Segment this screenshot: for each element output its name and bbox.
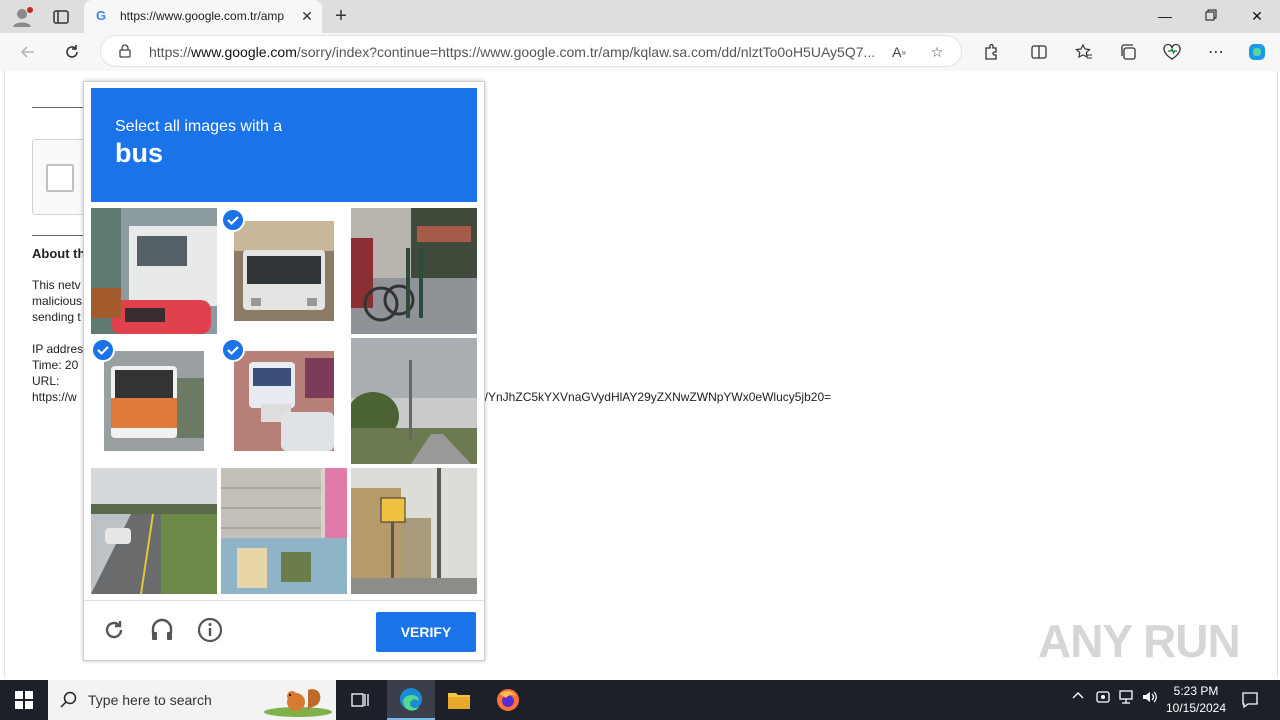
recaptcha-checkbox[interactable] — [46, 164, 74, 192]
taskbar-clock[interactable]: 5:23 PM 10/15/2024 — [1160, 683, 1232, 717]
info-line: sending t — [32, 310, 81, 324]
info-line: malicious — [32, 294, 83, 308]
divider — [32, 107, 84, 108]
tab-active[interactable]: G https://www.google.com.tr/amp ✕ — [84, 0, 322, 33]
clock-time: 5:23 PM — [1173, 684, 1219, 698]
address-bar[interactable]: https://www.google.com/sorry/index?conti… — [100, 35, 962, 67]
google-favicon-icon: G — [96, 8, 107, 23]
clock-date: 10/15/2024 — [1165, 701, 1227, 715]
captcha-tile-1[interactable] — [91, 208, 217, 334]
url-text[interactable]: https://www.google.com/sorry/index?conti… — [149, 44, 889, 60]
time-label: Time: 20 — [32, 358, 79, 372]
browser-essentials-icon[interactable] — [1158, 38, 1186, 66]
collections-icon[interactable] — [1114, 38, 1142, 66]
info-line: This netv — [32, 278, 81, 292]
close-tab-icon[interactable]: ✕ — [298, 6, 316, 26]
favorites-icon[interactable] — [1070, 38, 1098, 66]
search-icon — [60, 691, 77, 708]
tab-title: https://www.google.com.tr/amp — [120, 9, 285, 23]
split-screen-icon[interactable] — [1025, 38, 1053, 66]
url-value: https://w — [32, 390, 77, 404]
favorite-star-icon[interactable]: ☆ — [927, 42, 947, 62]
meet-now-icon[interactable] — [1096, 690, 1110, 707]
verify-button[interactable]: VERIFY — [376, 612, 476, 652]
start-button[interactable] — [0, 680, 48, 720]
network-icon[interactable] — [1118, 690, 1134, 707]
captcha-challenge-dialog: Select all images with a bus VERIFY — [83, 81, 485, 661]
captcha-footer: VERIFY — [84, 600, 484, 661]
file-explorer-icon[interactable] — [435, 680, 483, 720]
selected-check-icon — [91, 338, 115, 362]
restore-button[interactable] — [1188, 0, 1234, 32]
extensions-icon[interactable] — [977, 38, 1005, 66]
captcha-instructions: Select all images with a bus — [91, 88, 477, 202]
anyrun-watermark: ANY RUN — [1038, 615, 1241, 667]
captcha-tile-8[interactable] — [221, 468, 347, 594]
browser-titlebar: G https://www.google.com.tr/amp ✕ + — ✕ — [0, 0, 1280, 33]
refresh-button[interactable] — [58, 38, 86, 66]
audio-challenge-icon[interactable] — [147, 615, 177, 645]
back-button[interactable] — [14, 38, 42, 66]
captcha-target-word: bus — [115, 138, 164, 168]
profile-icon[interactable] — [10, 5, 34, 29]
url-value-tail: 1/YnJhZC5kYXVnaGVydHlAY29yZXNwZWNpYWx0eW… — [478, 390, 832, 404]
selected-check-icon — [221, 338, 245, 362]
info-icon[interactable] — [195, 615, 225, 645]
captcha-tile-3[interactable] — [351, 208, 477, 334]
captcha-prompt: Select all images with a — [115, 118, 283, 135]
url-label: URL: — [32, 374, 60, 388]
copilot-icon[interactable] — [1243, 38, 1271, 66]
tab-actions-icon[interactable] — [50, 6, 72, 28]
firefox-icon[interactable] — [484, 680, 532, 720]
more-menu-icon[interactable]: ⋯ — [1202, 38, 1230, 66]
reload-challenge-icon[interactable] — [99, 615, 129, 645]
recaptcha-widget[interactable] — [32, 139, 88, 215]
windows-taskbar: Type here to search 5:23 PM 10/15/2024 — [0, 680, 1280, 720]
notifications-icon[interactable] — [1232, 680, 1268, 720]
browser-toolbar: https://www.google.com/sorry/index?conti… — [0, 33, 1280, 71]
ip-label: IP addres — [32, 342, 84, 356]
search-placeholder: Type here to search — [88, 692, 212, 708]
read-aloud-icon[interactable]: A» — [889, 42, 909, 62]
selected-check-icon — [221, 208, 245, 232]
edge-taskbar-icon[interactable] — [387, 680, 435, 720]
captcha-tile-6[interactable] — [351, 338, 477, 464]
about-heading: About th — [32, 246, 86, 261]
volume-icon[interactable] — [1142, 690, 1158, 707]
captcha-tile-5[interactable] — [221, 338, 347, 464]
captcha-tile-7[interactable] — [91, 468, 217, 594]
close-window-button[interactable]: ✕ — [1234, 0, 1280, 32]
lock-icon[interactable] — [118, 44, 132, 58]
show-hidden-icons-icon[interactable] — [1072, 690, 1084, 705]
captcha-tile-4[interactable] — [91, 338, 217, 464]
divider — [32, 235, 84, 236]
captcha-tile-9[interactable] — [351, 468, 477, 594]
squirrel-search-highlight-icon — [264, 689, 332, 717]
minimize-button[interactable]: — — [1142, 0, 1188, 32]
taskbar-search[interactable]: Type here to search — [48, 680, 336, 720]
new-tab-button[interactable]: + — [330, 4, 352, 28]
task-view-icon[interactable] — [336, 680, 384, 720]
captcha-tile-2[interactable] — [221, 208, 347, 334]
